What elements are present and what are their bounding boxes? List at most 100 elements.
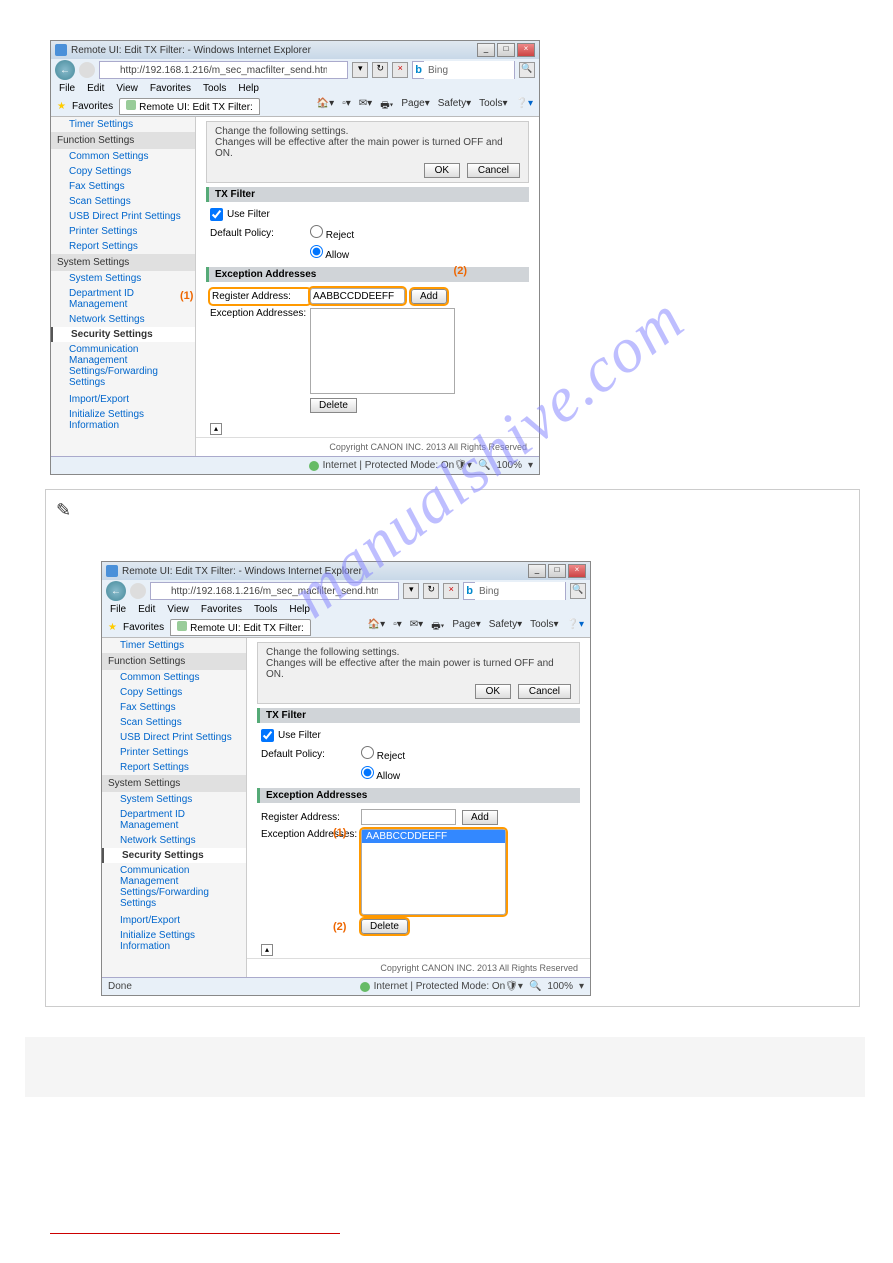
back-button[interactable]: ← bbox=[55, 60, 75, 80]
menu-favorites[interactable]: Favorites bbox=[201, 604, 242, 616]
zoom-level[interactable]: 100% bbox=[547, 981, 573, 992]
mail-icon[interactable]: ✉▾ bbox=[359, 98, 372, 115]
sidebar-item-usb[interactable]: USB Direct Print Settings bbox=[51, 209, 195, 224]
exception-listbox[interactable]: AABBCCDDEEFF bbox=[361, 829, 506, 915]
stop-button[interactable]: × bbox=[443, 583, 459, 599]
sidebar-item-system[interactable]: System Settings bbox=[51, 271, 195, 286]
sidebar-item-scan[interactable]: Scan Settings bbox=[102, 715, 246, 730]
zoom-level[interactable]: 100% bbox=[496, 460, 522, 471]
sidebar-item-usb[interactable]: USB Direct Print Settings bbox=[102, 730, 246, 745]
add-button[interactable]: Add bbox=[462, 810, 498, 825]
home-icon[interactable]: 🏠▾ bbox=[368, 619, 385, 636]
top-icon[interactable]: ▴ bbox=[261, 944, 273, 956]
menu-view[interactable]: View bbox=[116, 83, 138, 95]
help-icon[interactable]: ❔▾ bbox=[516, 98, 533, 115]
top-icon[interactable]: ▴ bbox=[210, 423, 222, 435]
tools-menu[interactable]: Tools▾ bbox=[530, 619, 558, 636]
delete-button[interactable]: Delete bbox=[361, 919, 408, 934]
maximize-button[interactable]: □ bbox=[497, 43, 515, 57]
sidebar-item-printer[interactable]: Printer Settings bbox=[102, 745, 246, 760]
ok-button[interactable]: OK bbox=[475, 684, 511, 699]
sidebar-item-common[interactable]: Common Settings bbox=[102, 670, 246, 685]
sidebar-item-timer[interactable]: Timer Settings bbox=[51, 117, 195, 132]
search-input[interactable] bbox=[475, 582, 565, 600]
search-button[interactable]: 🔍 bbox=[570, 583, 586, 599]
sidebar-item-copy[interactable]: Copy Settings bbox=[102, 685, 246, 700]
active-tab[interactable]: Remote UI: Edit TX Filter: bbox=[119, 98, 260, 115]
sidebar-item-fax[interactable]: Fax Settings bbox=[102, 700, 246, 715]
list-item-selected[interactable]: AABBCCDDEEFF bbox=[362, 830, 505, 843]
menu-view[interactable]: View bbox=[167, 604, 189, 616]
menu-edit[interactable]: Edit bbox=[87, 83, 104, 95]
search-button[interactable]: 🔍 bbox=[519, 62, 535, 78]
home-icon[interactable]: 🏠▾ bbox=[317, 98, 334, 115]
sidebar-item-system[interactable]: System Settings bbox=[102, 792, 246, 807]
menu-file[interactable]: File bbox=[59, 83, 75, 95]
ok-button[interactable]: OK bbox=[424, 163, 460, 178]
menu-tools[interactable]: Tools bbox=[254, 604, 277, 616]
zoom-dropdown[interactable]: ▾ bbox=[528, 460, 533, 471]
register-address-input[interactable] bbox=[361, 809, 456, 825]
menu-help[interactable]: Help bbox=[238, 83, 259, 95]
stop-button[interactable]: × bbox=[392, 62, 408, 78]
sidebar-item-network[interactable]: Network Settings bbox=[51, 312, 195, 327]
allow-radio[interactable] bbox=[361, 766, 374, 779]
sidebar-item-report[interactable]: Report Settings bbox=[102, 760, 246, 775]
zoom-icon[interactable]: 🔍 bbox=[478, 460, 490, 471]
sidebar-item-security[interactable]: Security Settings bbox=[102, 848, 246, 863]
close-button[interactable]: × bbox=[517, 43, 535, 57]
minimize-button[interactable]: _ bbox=[477, 43, 495, 57]
exception-listbox[interactable] bbox=[310, 308, 455, 394]
forward-button[interactable] bbox=[130, 583, 146, 599]
zoom-icon[interactable]: 🔍 bbox=[529, 981, 541, 992]
forward-button[interactable] bbox=[79, 62, 95, 78]
minimize-button[interactable]: _ bbox=[528, 564, 546, 578]
delete-button[interactable]: Delete bbox=[310, 398, 357, 413]
menu-help[interactable]: Help bbox=[289, 604, 310, 616]
safety-menu[interactable]: Safety▾ bbox=[489, 619, 522, 636]
cancel-button[interactable]: Cancel bbox=[518, 684, 571, 699]
dropdown-icon[interactable]: ▾ bbox=[352, 62, 368, 78]
print-icon[interactable]: 🖶▾ bbox=[380, 98, 393, 115]
back-button[interactable]: ← bbox=[106, 581, 126, 601]
search-input[interactable] bbox=[424, 61, 514, 79]
protected-mode-icon[interactable]: 🛡▾ bbox=[505, 981, 523, 992]
favorites-label[interactable]: Favorites bbox=[123, 622, 164, 633]
sidebar-item-security[interactable]: Security Settings bbox=[51, 327, 195, 342]
menu-file[interactable]: File bbox=[110, 604, 126, 616]
add-button[interactable]: Add bbox=[411, 289, 447, 304]
sidebar-item-timer[interactable]: Timer Settings bbox=[102, 638, 246, 653]
use-filter-checkbox[interactable] bbox=[261, 729, 274, 742]
sidebar-item-common[interactable]: Common Settings bbox=[51, 149, 195, 164]
favorites-label[interactable]: Favorites bbox=[72, 101, 113, 112]
sidebar-item-dept[interactable]: Department ID Management bbox=[51, 286, 195, 312]
close-button[interactable]: × bbox=[568, 564, 586, 578]
sidebar-item-printer[interactable]: Printer Settings bbox=[51, 224, 195, 239]
tools-menu[interactable]: Tools▾ bbox=[479, 98, 507, 115]
protected-mode-icon[interactable]: 🛡▾ bbox=[454, 460, 472, 471]
sidebar-item-dept[interactable]: Department ID Management bbox=[102, 807, 246, 833]
menu-tools[interactable]: Tools bbox=[203, 83, 226, 95]
page-menu[interactable]: Page▾ bbox=[452, 619, 480, 636]
safety-menu[interactable]: Safety▾ bbox=[438, 98, 471, 115]
sidebar-item-import[interactable]: Import/Export bbox=[102, 913, 246, 928]
feed-icon[interactable]: ▫▾ bbox=[342, 98, 351, 115]
sidebar-item-init[interactable]: Initialize Settings Information bbox=[51, 407, 195, 433]
sidebar-item-report[interactable]: Report Settings bbox=[51, 239, 195, 254]
maximize-button[interactable]: □ bbox=[548, 564, 566, 578]
sidebar-item-scan[interactable]: Scan Settings bbox=[51, 194, 195, 209]
menu-favorites[interactable]: Favorites bbox=[150, 83, 191, 95]
url-input[interactable] bbox=[150, 582, 399, 600]
page-menu[interactable]: Page▾ bbox=[401, 98, 429, 115]
mail-icon[interactable]: ✉▾ bbox=[410, 619, 423, 636]
register-address-input[interactable] bbox=[310, 288, 405, 304]
help-icon[interactable]: ❔▾ bbox=[567, 619, 584, 636]
menu-edit[interactable]: Edit bbox=[138, 604, 155, 616]
url-input[interactable] bbox=[99, 61, 348, 79]
cancel-button[interactable]: Cancel bbox=[467, 163, 520, 178]
active-tab[interactable]: Remote UI: Edit TX Filter: bbox=[170, 619, 311, 636]
feed-icon[interactable]: ▫▾ bbox=[393, 619, 402, 636]
refresh-button[interactable]: ↻ bbox=[423, 583, 439, 599]
print-icon[interactable]: 🖶▾ bbox=[431, 619, 444, 636]
allow-radio[interactable] bbox=[310, 245, 323, 258]
